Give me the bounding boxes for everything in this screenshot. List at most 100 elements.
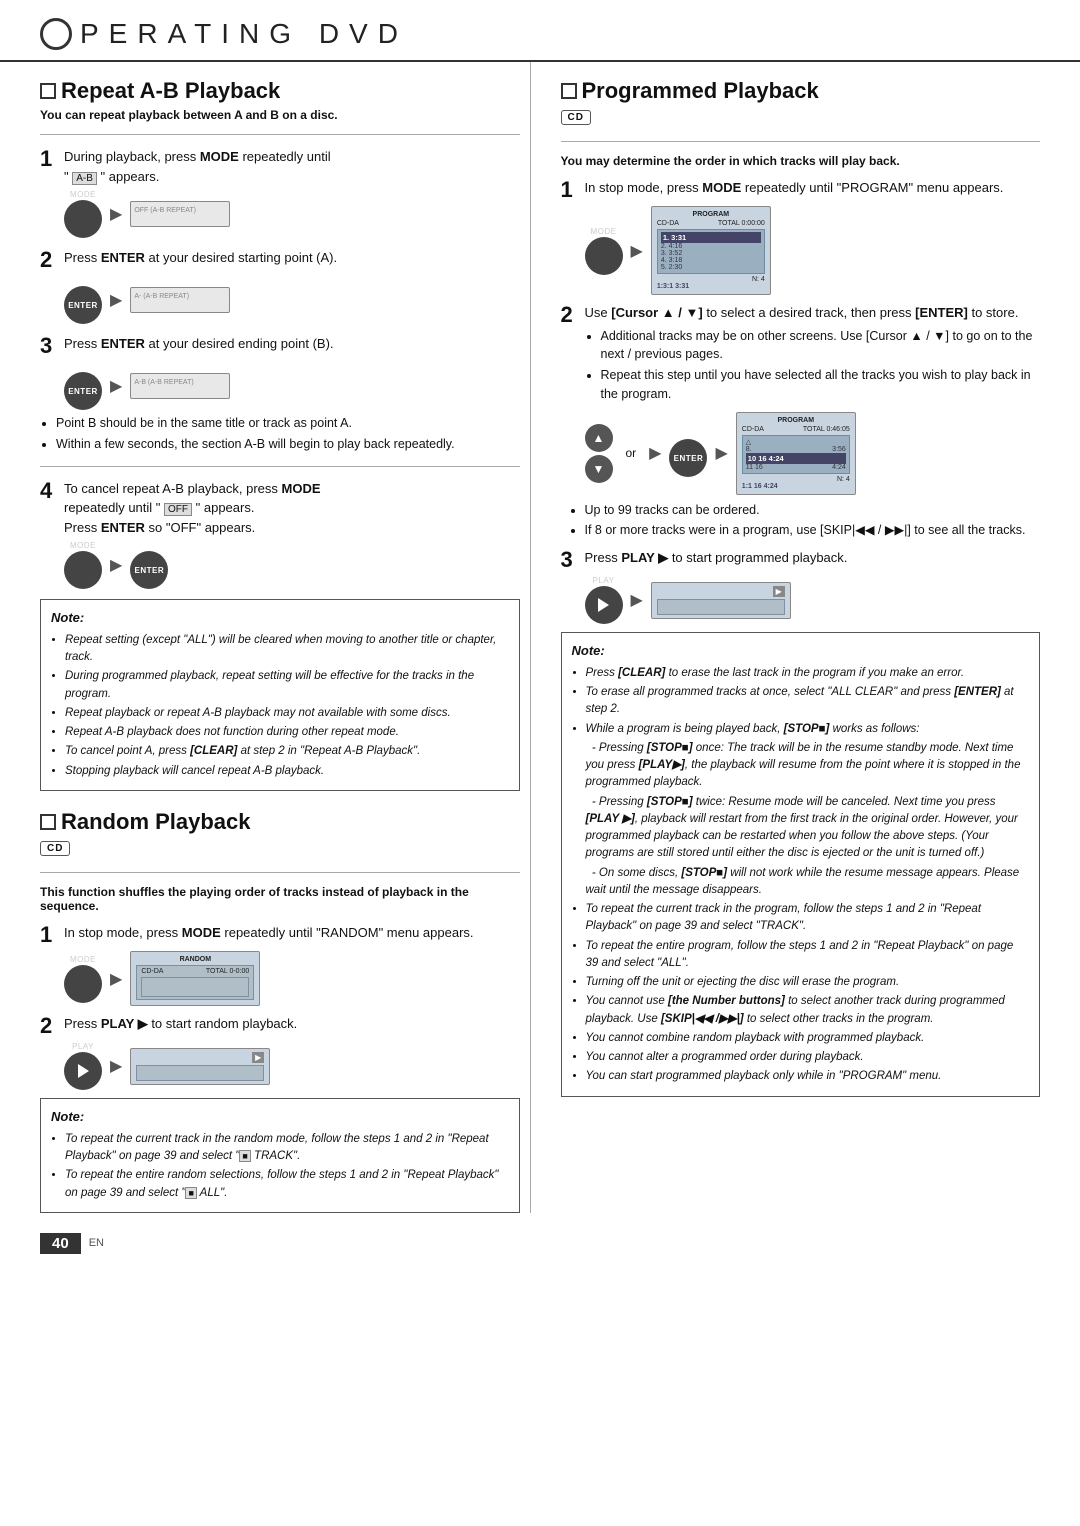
- step-4-visual: MODE ▶ X ENTER: [64, 541, 520, 589]
- programmed-section: Programmed Playback CD You may determine…: [561, 78, 1041, 1097]
- checkbox-icon-3: [561, 83, 577, 99]
- step-2-text: Press ENTER at your desired starting poi…: [64, 248, 520, 268]
- random-note-2: To repeat the entire random selections, …: [65, 1167, 509, 1202]
- prog-step-1-visual: MODE ▶ PROGRAM CD-DATOTAL 0:00:00 1. 3:3…: [585, 206, 1041, 295]
- prog-note-9: Turning off the unit or ejecting the dis…: [586, 974, 1030, 991]
- prog-step-2-num: 2: [561, 303, 585, 327]
- note-item-2: During programmed playback, repeat setti…: [65, 668, 509, 703]
- prog-note-11: You cannot combine random playback with …: [586, 1030, 1030, 1047]
- prog-note-10: You cannot use [the Number buttons] to s…: [586, 993, 1030, 1028]
- step-1-visual: MODE ▶ OFF (A-B REPEAT): [64, 190, 520, 238]
- play-button-random[interactable]: [64, 1052, 102, 1090]
- note-title-random: Note:: [51, 1107, 509, 1127]
- random-step-1-text: In stop mode, press MODE repeatedly unti…: [64, 923, 520, 943]
- prog-note-1: Press [CLEAR] to erase the last track in…: [586, 665, 1030, 682]
- prog-note-8: To repeat the entire program, follow the…: [586, 938, 1030, 973]
- enter-button-3[interactable]: ENTER: [130, 551, 168, 589]
- mode-button[interactable]: [64, 200, 102, 238]
- screen-ab-a: A- (A-B REPEAT): [130, 287, 230, 313]
- mode-button-random[interactable]: [64, 965, 102, 1003]
- random-step-1-visual: MODE ▶ RANDOM CD-DATOTAL 0-0:00: [64, 951, 520, 1006]
- prog-note-12: You cannot alter a programmed order duri…: [586, 1049, 1030, 1066]
- note-item-3: Repeat playback or repeat A-B playback m…: [65, 705, 509, 722]
- random-step-2-num: 2: [40, 1014, 64, 1038]
- prog-note-6: - On some discs, [STOP■] will not work w…: [586, 865, 1030, 900]
- random-section: Random Playback CD This function shuffle…: [40, 809, 520, 1213]
- prog-note-3: While a program is being played back, [S…: [586, 721, 1030, 738]
- step3-bullets: Point B should be in the same title or t…: [56, 414, 520, 454]
- enter-button-prog[interactable]: ENTER: [669, 439, 707, 477]
- random-note-1: To repeat the current track in the rando…: [65, 1131, 509, 1166]
- cd-badge-programmed: CD: [561, 110, 591, 125]
- random-step-2-row: 2 Press PLAY ▶ to start random playback.: [40, 1014, 520, 1038]
- note-item-6: Stopping playback will cancel repeat A-B…: [65, 763, 509, 780]
- random-note: Note: To repeat the current track in the…: [40, 1098, 520, 1213]
- note-title-1: Note:: [51, 608, 509, 628]
- step-2-visual: X ENTER ▶ A- (A-B REPEAT): [64, 276, 520, 324]
- note-list-1: Repeat setting (except "ALL") will be cl…: [65, 632, 509, 780]
- step-2-row: 2 Press ENTER at your desired starting p…: [40, 248, 520, 272]
- programmed-subtitle: You may determine the order in which tra…: [561, 154, 1041, 168]
- repeat-ab-subtitle: You can repeat playback between A and B …: [40, 108, 520, 122]
- prog-step-1-text: In stop mode, press MODE repeatedly unti…: [585, 178, 1041, 198]
- page-header-title: PERATING DVD: [80, 18, 408, 50]
- left-column: Repeat A-B Playback You can repeat playb…: [40, 62, 531, 1213]
- prog-note-list: Press [CLEAR] to erase the last track in…: [586, 665, 1030, 1086]
- prog-step-3-num: 3: [561, 548, 585, 572]
- prog-note-13: You can start programmed playback only w…: [586, 1068, 1030, 1085]
- screen-ab-off: OFF (A-B REPEAT): [130, 201, 230, 227]
- program-screen-1: PROGRAM CD-DATOTAL 0:00:00 1. 3:31 2. 4:…: [651, 206, 771, 295]
- prog-note-5: - Pressing [STOP■] twice: Resume mode wi…: [586, 794, 1030, 863]
- cursor-up-button[interactable]: ▲: [585, 424, 613, 452]
- prog-after-bullets: Up to 99 tracks can be ordered. If 8 or …: [585, 501, 1041, 541]
- program-screen-2: PROGRAM CD-DATOTAL 0:46:05 △ 8.3:56 10 1…: [736, 412, 856, 495]
- random-step-1-row: 1 In stop mode, press MODE repeatedly un…: [40, 923, 520, 947]
- prog-step-3-visual: PLAY ▶ ▶: [585, 576, 1041, 624]
- step-3-visual: X ENTER ▶ A-B (A-B REPEAT): [64, 362, 520, 410]
- random-step-1-num: 1: [40, 923, 64, 947]
- step-4-num: 4: [40, 479, 64, 503]
- prog-step-2-text: Use [Cursor ▲ / ▼] to select a desired t…: [585, 303, 1041, 406]
- page-content: Repeat A-B Playback You can repeat playb…: [0, 62, 1080, 1213]
- repeat-ab-note: Note: Repeat setting (except "ALL") will…: [40, 599, 520, 791]
- random-step-2-text: Press PLAY ▶ to start random playback.: [64, 1014, 520, 1034]
- mode-button-2[interactable]: [64, 551, 102, 589]
- random-step-2-visual: PLAY ▶ ▶: [64, 1042, 520, 1090]
- prog-step-3-row: 3 Press PLAY ▶ to start programmed playb…: [561, 548, 1041, 572]
- step-3-text: Press ENTER at your desired ending point…: [64, 334, 520, 354]
- bullet-1: Point B should be in the same title or t…: [56, 414, 520, 433]
- cd-badge-random: CD: [40, 841, 70, 856]
- checkbox-icon: [40, 83, 56, 99]
- step-3-num: 3: [40, 334, 64, 358]
- page-number: 40: [40, 1233, 81, 1254]
- prog-step-2-row: 2 Use [Cursor ▲ / ▼] to select a desired…: [561, 303, 1041, 406]
- step-4-text: To cancel repeat A-B playback, press MOD…: [64, 479, 520, 538]
- prog-step-2-visual: ▲ ▼ or ▶ X ENTER ▶ PROGRAM CD-DATOTAL 0:…: [585, 412, 1041, 495]
- step-2-num: 2: [40, 248, 64, 272]
- prog-play-screen: ▶: [651, 582, 791, 619]
- random-title: Random Playback: [40, 809, 520, 835]
- prog-step-3-text: Press PLAY ▶ to start programmed playbac…: [585, 548, 1041, 568]
- bullet-2: Within a few seconds, the section A-B wi…: [56, 435, 520, 454]
- random-note-list: To repeat the current track in the rando…: [65, 1131, 509, 1202]
- checkbox-icon-2: [40, 814, 56, 830]
- prog-step-1-num: 1: [561, 178, 585, 202]
- mode-button-prog[interactable]: [585, 237, 623, 275]
- step-3-row: 3 Press ENTER at your desired ending poi…: [40, 334, 520, 358]
- screen-ab-b: A-B (A-B REPEAT): [130, 373, 230, 399]
- note-item-1: Repeat setting (except "ALL") will be cl…: [65, 632, 509, 667]
- header-circle: [40, 18, 72, 50]
- step-1-row: 1 During playback, press MODE repeatedly…: [40, 147, 520, 186]
- cursor-down-button[interactable]: ▼: [585, 455, 613, 483]
- repeat-ab-title: Repeat A-B Playback: [40, 78, 520, 104]
- programmed-title: Programmed Playback: [561, 78, 1041, 104]
- prog-note-4: - Pressing [STOP■] once: The track will …: [586, 740, 1030, 792]
- or-label: or: [626, 446, 637, 460]
- enter-button-2[interactable]: ENTER: [64, 372, 102, 410]
- repeat-ab-section: Repeat A-B Playback You can repeat playb…: [40, 78, 520, 791]
- play-button-prog[interactable]: [585, 586, 623, 624]
- random-play-screen: ▶: [130, 1048, 270, 1085]
- right-column: Programmed Playback CD You may determine…: [551, 62, 1041, 1213]
- enter-button-1[interactable]: ENTER: [64, 286, 102, 324]
- step-4-row: 4 To cancel repeat A-B playback, press M…: [40, 479, 520, 538]
